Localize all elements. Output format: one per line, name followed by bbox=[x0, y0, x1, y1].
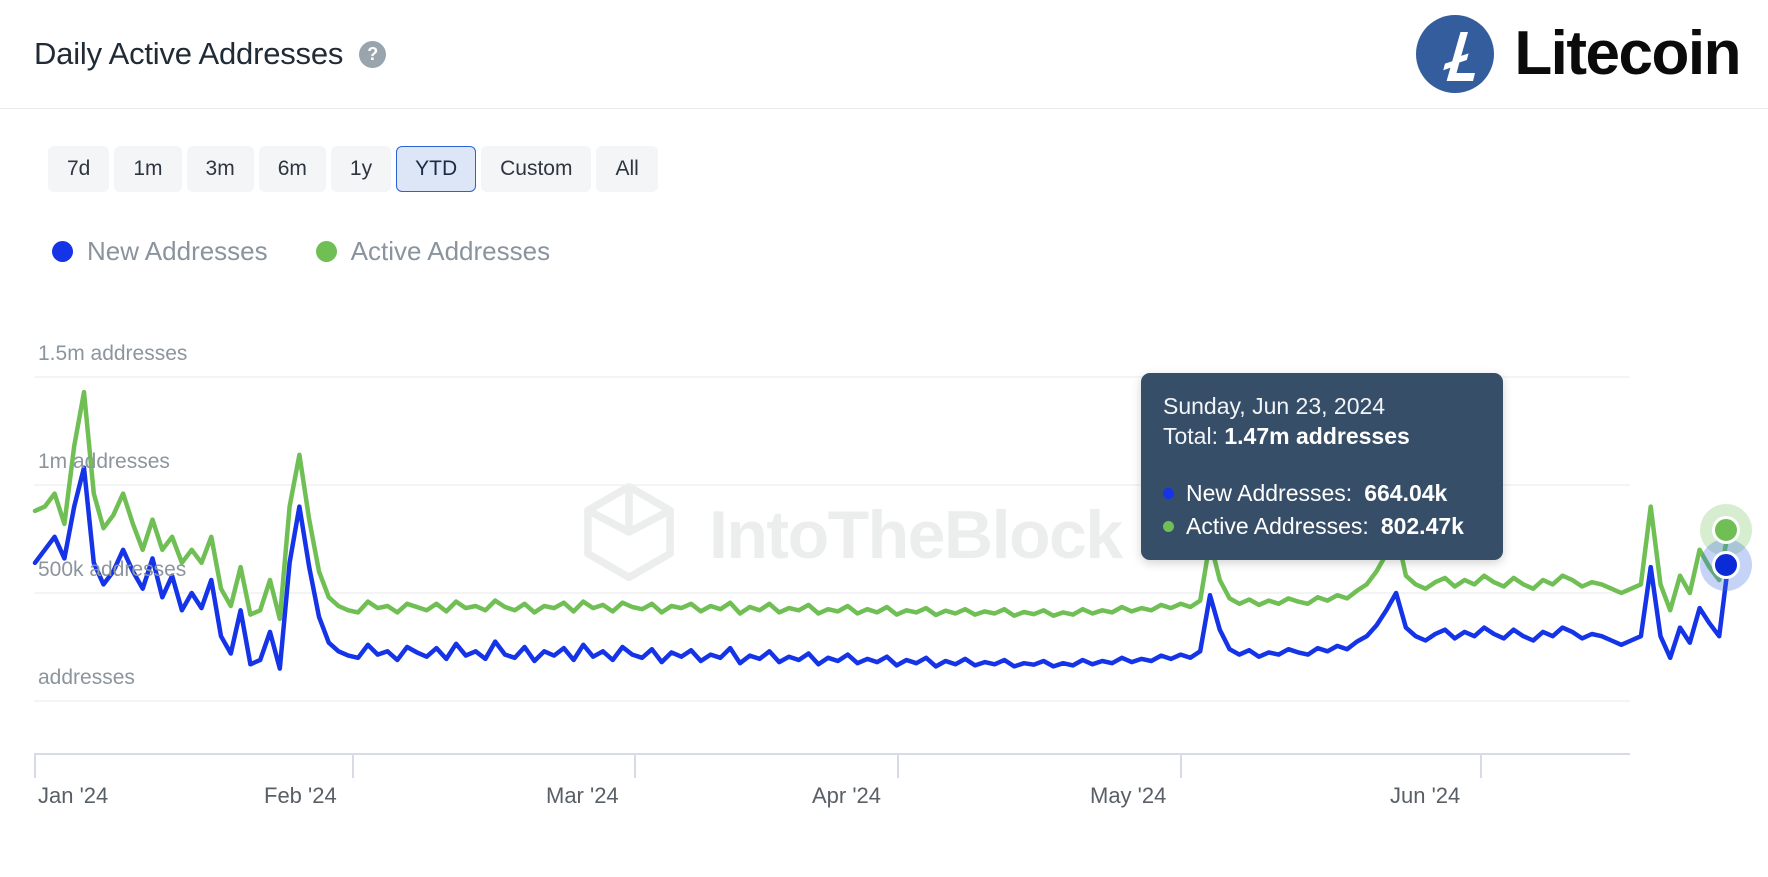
hover-point-new-addresses[interactable] bbox=[1712, 551, 1740, 579]
brand-name: Litecoin bbox=[1514, 19, 1741, 88]
legend-label-new-addresses: New Addresses bbox=[87, 236, 268, 266]
tooltip-series-rows: New Addresses: 664.04k Active Addresses:… bbox=[1163, 480, 1481, 540]
legend-item-new-addresses[interactable]: New Addresses bbox=[52, 236, 268, 267]
range-button-3m[interactable]: 3m bbox=[186, 146, 254, 192]
page-title: Daily Active Addresses bbox=[34, 36, 344, 71]
y-axis-label-1: 1.5m addresses bbox=[38, 342, 188, 365]
tooltip-total: Total: 1.47m addresses bbox=[1163, 421, 1481, 451]
x-tick-jan: Jan '24 bbox=[38, 783, 109, 808]
x-tick-mar: Mar '24 bbox=[546, 783, 619, 808]
y-axis-label-3: 500k addresses bbox=[38, 558, 187, 581]
tooltip-total-label: Total: bbox=[1163, 423, 1218, 450]
x-tick-feb: Feb '24 bbox=[264, 783, 337, 808]
chart-tooltip: Sunday, Jun 23, 2024 Total: 1.47m addres… bbox=[1141, 373, 1503, 560]
chart-legend: New Addresses Active Addresses bbox=[52, 236, 550, 267]
tooltip-value-new-addresses: 664.04k bbox=[1364, 479, 1448, 506]
litecoin-logo-icon bbox=[1416, 15, 1495, 93]
tooltip-dot-active-addresses bbox=[1163, 520, 1174, 532]
y-axis-label-2: 1m addresses bbox=[38, 450, 170, 473]
tooltip-label-new-addresses: New Addresses: bbox=[1186, 479, 1353, 506]
hover-point-active-addresses[interactable] bbox=[1712, 516, 1740, 544]
legend-dot-active-addresses bbox=[315, 241, 337, 262]
tooltip-row-active-addresses: Active Addresses: 802.47k bbox=[1163, 513, 1481, 540]
range-button-all[interactable]: All bbox=[596, 146, 658, 192]
range-button-6m[interactable]: 6m bbox=[258, 146, 326, 192]
header-left: Daily Active Addresses ? bbox=[34, 36, 387, 72]
y-axis-label-4: addresses bbox=[38, 666, 135, 689]
x-tick-may: May '24 bbox=[1090, 783, 1167, 808]
tooltip-dot-new-addresses bbox=[1163, 487, 1174, 499]
range-button-1m[interactable]: 1m bbox=[114, 146, 182, 192]
x-tick-jun: Jun '24 bbox=[1390, 783, 1461, 808]
range-button-custom[interactable]: Custom bbox=[481, 146, 592, 192]
x-axis: Jan '24 Feb '24 Mar '24 Apr '24 May '24 … bbox=[0, 750, 1768, 840]
range-button-7d[interactable]: 7d bbox=[48, 146, 110, 192]
question-mark-icon[interactable]: ? bbox=[359, 40, 387, 68]
tooltip-value-active-addresses: 802.47k bbox=[1380, 512, 1464, 539]
legend-item-active-addresses[interactable]: Active Addresses bbox=[315, 236, 551, 267]
x-tick-apr: Apr '24 bbox=[812, 783, 882, 808]
tooltip-label-active-addresses: Active Addresses: bbox=[1186, 512, 1369, 539]
tooltip-row-new-addresses: New Addresses: 664.04k bbox=[1163, 480, 1481, 507]
range-button-1y[interactable]: 1y bbox=[330, 146, 392, 192]
range-button-ytd[interactable]: YTD bbox=[396, 146, 477, 192]
tooltip-total-value: 1.47m addresses bbox=[1224, 423, 1410, 450]
chart-page: Daily Active Addresses ? Litecoin 7d 1m … bbox=[0, 0, 1768, 877]
range-selector: 7d 1m 3m 6m 1y YTD Custom All bbox=[48, 146, 658, 192]
legend-label-active-addresses: Active Addresses bbox=[350, 236, 551, 266]
brand: Litecoin bbox=[1416, 15, 1741, 93]
tooltip-date: Sunday, Jun 23, 2024 bbox=[1163, 393, 1386, 419]
page-header: Daily Active Addresses ? Litecoin bbox=[0, 0, 1768, 109]
legend-dot-new-addresses bbox=[52, 241, 73, 262]
